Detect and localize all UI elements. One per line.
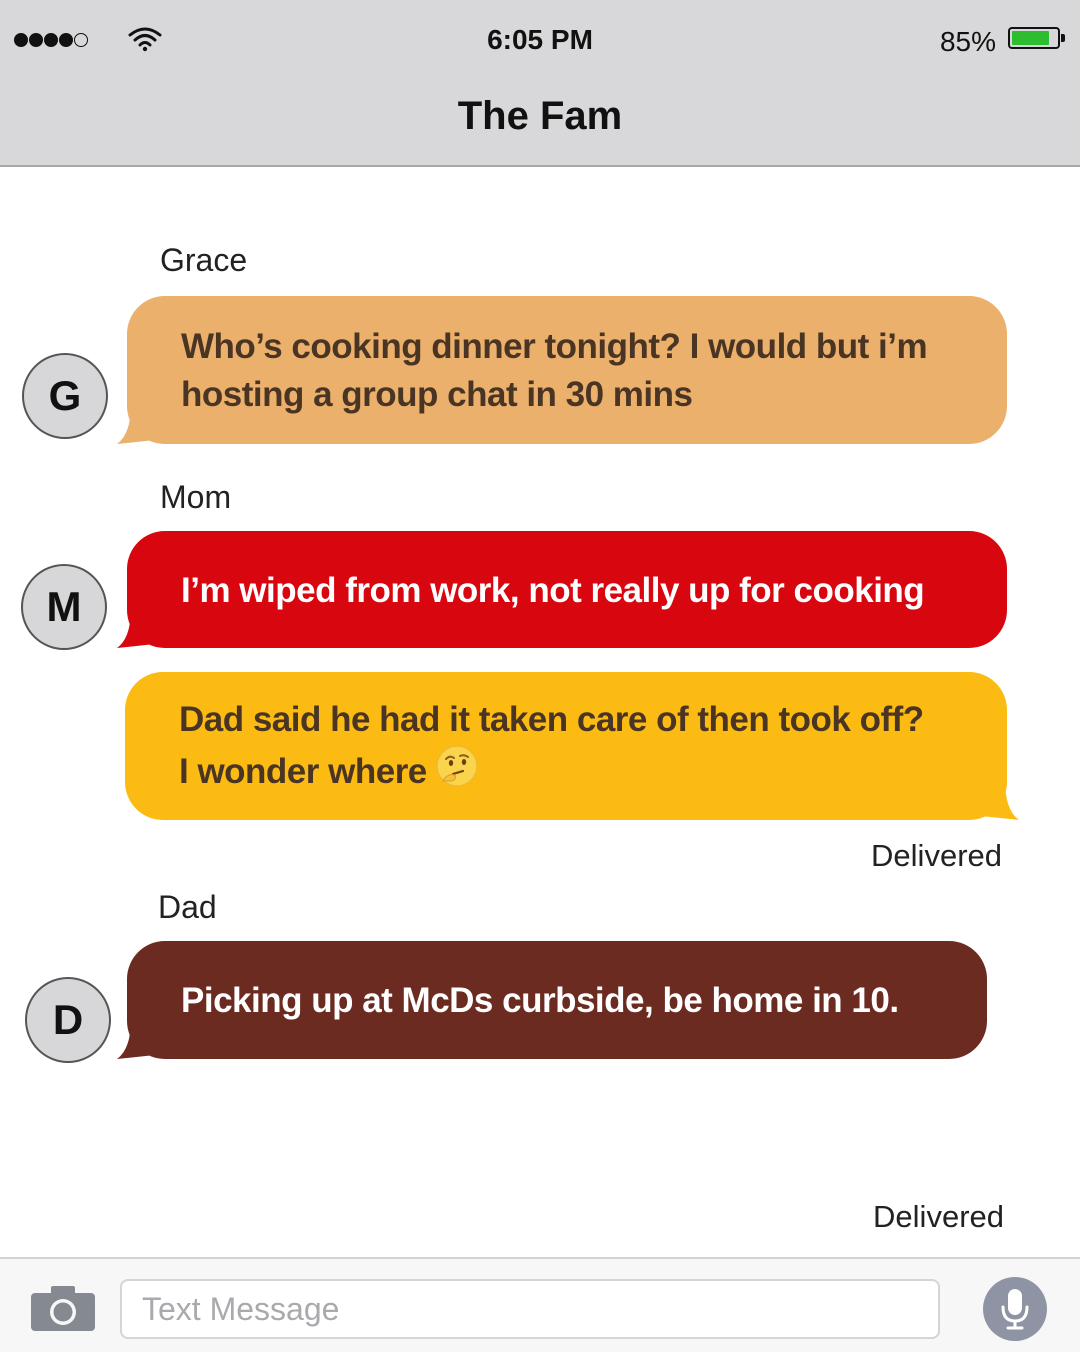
avatar-dad[interactable]: D [25,977,111,1063]
conversation-title[interactable]: The Fam [0,94,1080,139]
status-time: 6:05 PM [487,24,593,55]
bubble-tail [981,780,1019,820]
message-bubble[interactable]: Who’s cooking dinner tonight? I would bu… [117,296,1007,444]
thinking-face-icon [436,745,478,787]
message-text-line: I wonder where [179,752,427,791]
message-bubble-outgoing[interactable]: Dad said he had it taken care of then to… [125,672,1019,820]
microphone-button[interactable] [983,1277,1047,1341]
avatar-grace[interactable]: G [22,353,108,439]
sender-name-grace: Grace [160,242,248,278]
message-bubble[interactable]: I’m wiped from work, not really up for c… [117,531,1007,648]
sender-name-dad: Dad [158,889,217,925]
message-text-line: I’m wiped from work, not really up for c… [181,571,925,610]
message-input[interactable] [140,1281,924,1337]
avatar-mom[interactable]: M [21,564,107,650]
microphone-icon [1001,1289,1029,1330]
message-text-line: Picking up at McDs curbside, be home in … [181,981,899,1020]
camera-icon[interactable] [31,1285,95,1331]
chat-header: 6:05 PM 85% The Fam [0,0,1080,167]
battery-percentage: 85% [939,26,996,57]
message-bubble[interactable]: Picking up at McDs curbside, be home in … [117,941,987,1059]
message-text-field[interactable] [120,1279,940,1339]
bubble-tail [117,1019,155,1059]
message-text-line: Who’s cooking dinner tonight? I would bu… [181,327,928,366]
delivered-status: Delivered [873,1199,1004,1234]
bubble-tail [117,404,155,444]
delivered-status: Delivered [871,838,1002,873]
bubble-tail [117,608,155,648]
message-text-line: hosting a group chat in 30 mins [181,375,693,414]
message-text-line: Dad said he had it taken care of then to… [179,700,924,739]
message-input-bar [0,1257,1080,1352]
sender-name-mom: Mom [160,479,232,515]
battery-icon [1008,27,1065,49]
